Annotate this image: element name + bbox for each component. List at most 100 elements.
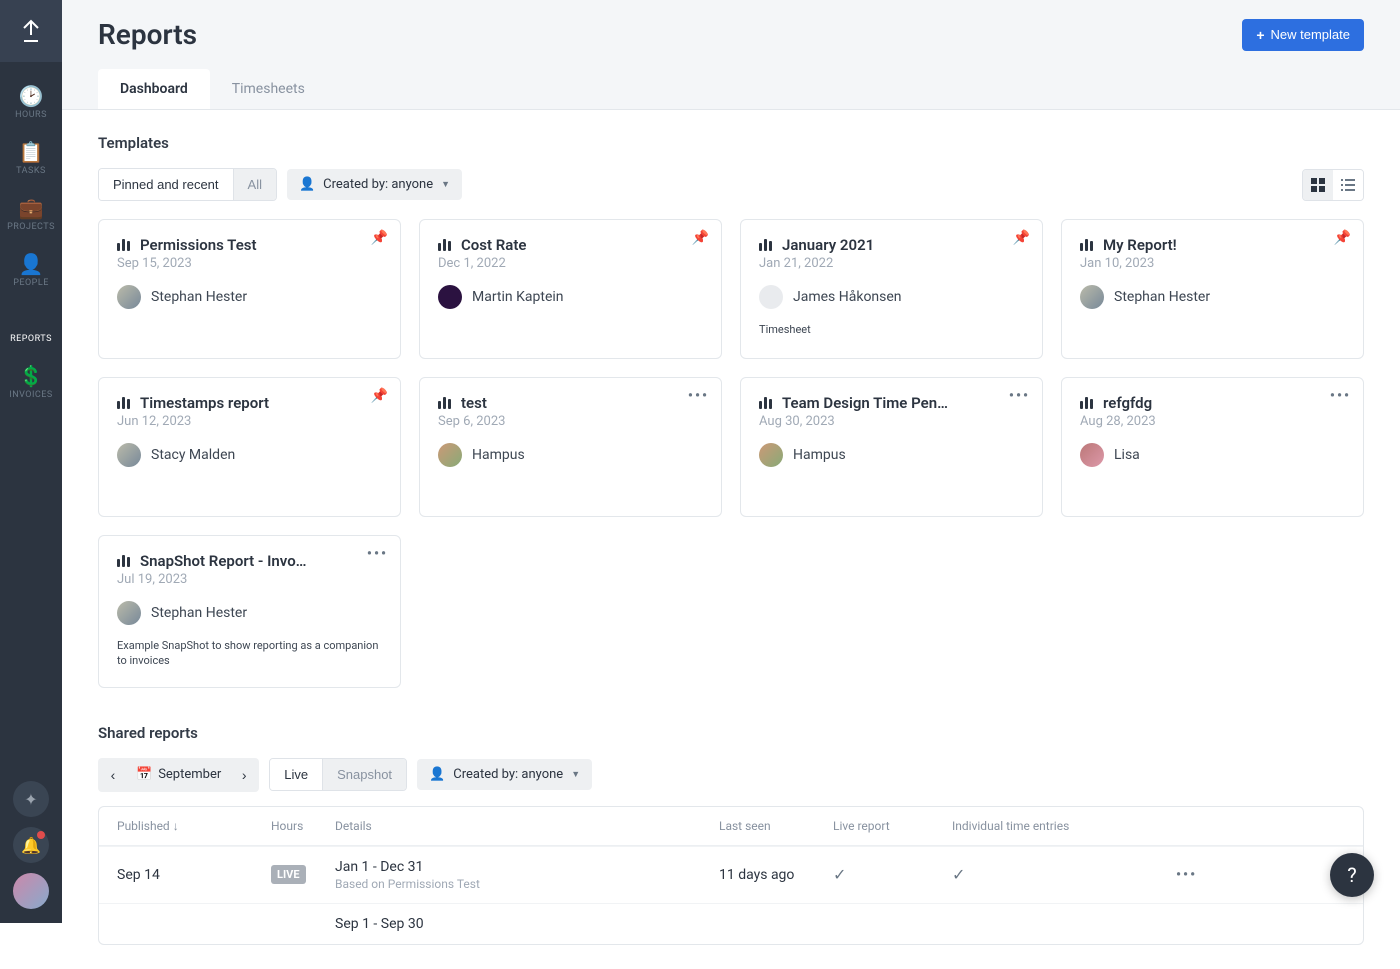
card-author: Stephan Hester <box>1080 285 1345 309</box>
template-card[interactable]: ••• test Sep 6, 2023 Hampus <box>419 377 722 517</box>
grid-view-button[interactable] <box>1303 170 1333 200</box>
notifications-icon[interactable]: 🔔 <box>13 827 49 863</box>
template-card[interactable]: ••• SnapShot Report - Invo… Jul 19, 2023… <box>98 535 401 688</box>
app-logo[interactable] <box>0 0 62 62</box>
pin-icon[interactable]: 📌 <box>371 388 388 404</box>
report-type-segment: Live Snapshot <box>269 758 407 791</box>
card-date: Dec 1, 2022 <box>438 256 703 271</box>
sidebar-item-reports[interactable]: REPORTS <box>0 300 62 356</box>
card-date: Sep 6, 2023 <box>438 414 703 429</box>
card-date: Aug 30, 2023 <box>759 414 1024 429</box>
filter-segment-group: Pinned and recent All <box>98 168 277 201</box>
bar-chart-icon <box>117 397 130 409</box>
author-name: Stacy Malden <box>151 447 235 463</box>
filter-pinned-recent[interactable]: Pinned and recent <box>99 169 233 200</box>
month-navigator: ‹ 📅 September › <box>98 758 259 792</box>
card-date: Jan 10, 2023 <box>1080 256 1345 271</box>
filter-live[interactable]: Live <box>270 759 322 790</box>
pin-icon[interactable]: 📌 <box>1013 230 1030 246</box>
card-note: Example SnapShot to show reporting as a … <box>117 639 382 669</box>
created-by-filter[interactable]: 👤 Created by: anyone ▼ <box>287 169 462 200</box>
notification-dot <box>37 831 45 839</box>
tab-timesheets[interactable]: Timesheets <box>210 69 327 109</box>
col-last-seen[interactable]: Last seen <box>719 819 829 833</box>
bar-chart-icon <box>117 239 130 251</box>
new-template-label: New template <box>1271 27 1350 42</box>
template-card[interactable]: 📌 January 2021 Jan 21, 2022 James Håkons… <box>740 219 1043 359</box>
sidebar-item-invoices[interactable]: 💲 INVOICES <box>0 356 62 412</box>
author-name: Stephan Hester <box>151 289 247 305</box>
table-row[interactable]: Sep 1 - Sep 30 <box>99 903 1363 944</box>
prev-month-button[interactable]: ‹ <box>98 758 128 792</box>
more-menu-icon[interactable]: ••• <box>1009 388 1030 404</box>
help-button[interactable]: ? <box>1330 853 1374 897</box>
sidebar-item-tasks[interactable]: 📋 TASKS <box>0 132 62 188</box>
card-date: Jan 21, 2022 <box>759 256 1024 271</box>
calendar-icon: 📅 <box>136 767 152 782</box>
bar-chart-icon <box>438 397 451 409</box>
check-icon: ✓ <box>833 865 846 884</box>
col-individual-entries[interactable]: Individual time entries <box>952 819 1172 833</box>
list-view-button[interactable] <box>1333 170 1363 200</box>
template-card[interactable]: 📌 Cost Rate Dec 1, 2022 Martin Kaptein <box>419 219 722 359</box>
col-published[interactable]: Published ↓ <box>117 819 267 833</box>
apps-icon[interactable]: ✦ <box>13 781 49 817</box>
pin-icon[interactable]: 📌 <box>371 230 388 246</box>
more-menu-icon[interactable]: ••• <box>367 546 388 562</box>
template-card[interactable]: ••• refgfdg Aug 28, 2023 Lisa <box>1061 377 1364 517</box>
card-date: Jul 19, 2023 <box>117 572 382 587</box>
col-live-report[interactable]: Live report <box>833 819 948 833</box>
templates-heading: Templates <box>98 134 1364 152</box>
pin-icon[interactable]: 📌 <box>1334 230 1351 246</box>
user-avatar[interactable] <box>13 873 49 909</box>
col-details[interactable]: Details <box>335 819 715 833</box>
next-month-button[interactable]: › <box>229 758 259 792</box>
cell-entries: ✓ <box>952 865 1172 884</box>
sidebar-bottom: ✦ 🔔 <box>13 781 49 923</box>
template-card[interactable]: ••• Team Design Time Pen… Aug 30, 2023 H… <box>740 377 1043 517</box>
sort-down-icon: ↓ <box>173 819 179 833</box>
card-date: Sep 15, 2023 <box>117 256 382 271</box>
sidebar-item-hours[interactable]: 🕑 HOURS <box>0 76 62 132</box>
bar-chart-icon <box>25 310 38 330</box>
cell-live-report: ✓ <box>833 865 948 884</box>
sidebar-item-label: INVOICES <box>9 390 53 400</box>
live-badge: LIVE <box>271 865 306 884</box>
card-author: Stephan Hester <box>117 601 382 625</box>
tab-dashboard[interactable]: Dashboard <box>98 69 210 109</box>
person-icon: 👤 <box>429 767 445 782</box>
filter-snapshot[interactable]: Snapshot <box>322 759 406 790</box>
author-avatar <box>117 285 141 309</box>
cell-hours: LIVE <box>271 865 331 884</box>
sidebar-item-label: HOURS <box>15 110 47 120</box>
sidebar-item-projects[interactable]: 💼 PROJECTS <box>0 188 62 244</box>
author-avatar <box>759 443 783 467</box>
author-name: Lisa <box>1114 447 1140 463</box>
author-avatar <box>438 443 462 467</box>
cell-published: Sep 14 <box>117 867 267 883</box>
template-card[interactable]: 📌 Permissions Test Sep 15, 2023 Stephan … <box>98 219 401 359</box>
sidebar-item-people[interactable]: 👤 PEOPLE <box>0 244 62 300</box>
col-hours[interactable]: Hours <box>271 819 331 833</box>
shared-reports-heading: Shared reports <box>98 724 1364 742</box>
filter-all[interactable]: All <box>233 169 276 200</box>
template-card[interactable]: 📌 Timestamps report Jun 12, 2023 Stacy M… <box>98 377 401 517</box>
person-icon: 👤 <box>19 254 44 274</box>
table-row[interactable]: Sep 14 LIVE Jan 1 - Dec 31 Based on Perm… <box>99 846 1363 903</box>
pin-icon[interactable]: 📌 <box>692 230 709 246</box>
template-card[interactable]: 📌 My Report! Jan 10, 2023 Stephan Hester <box>1061 219 1364 359</box>
shared-created-by-filter[interactable]: 👤 Created by: anyone ▼ <box>417 759 592 790</box>
shared-filter-row: ‹ 📅 September › Live Snapshot 👤 Created … <box>98 758 1364 792</box>
card-title: Cost Rate <box>461 236 526 254</box>
templates-filter-row: Pinned and recent All 👤 Created by: anyo… <box>98 168 1364 201</box>
author-avatar <box>117 443 141 467</box>
more-menu-icon[interactable]: ••• <box>1330 388 1351 404</box>
card-title: Timestamps report <box>140 394 269 412</box>
new-template-button[interactable]: + New template <box>1242 19 1364 51</box>
more-menu-icon[interactable]: ••• <box>1176 867 1197 883</box>
more-menu-icon[interactable]: ••• <box>688 388 709 404</box>
author-name: Hampus <box>793 447 846 463</box>
created-by-label: Created by: anyone <box>453 767 563 782</box>
row-more[interactable]: ••• <box>1176 867 1206 883</box>
briefcase-icon: 💼 <box>19 198 44 218</box>
